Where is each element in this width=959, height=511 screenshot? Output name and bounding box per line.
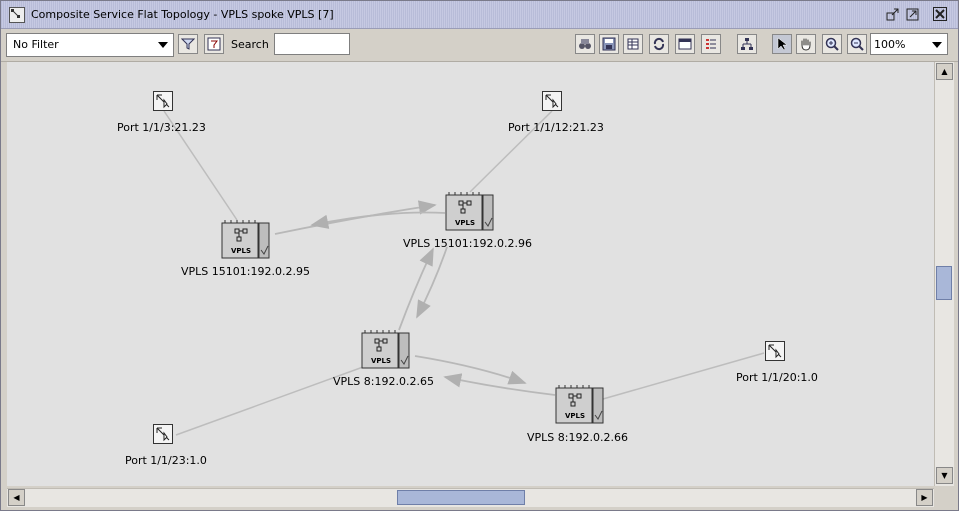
zoom-dropdown[interactable]: 100% [870,33,948,55]
vpls-label: VPLS 8:192.0.2.65 [333,375,434,388]
vpls-label: VPLS 15101:192.0.2.96 [403,237,532,250]
refresh-icon[interactable] [649,34,669,54]
sdp-95-to-96 [274,200,437,235]
layout-icon[interactable] [737,34,757,54]
scroll-down-icon[interactable]: ▼ [936,467,953,484]
window-title: Composite Service Flat Topology - VPLS s… [31,8,334,21]
vertical-scrollbar[interactable]: ▲ ▼ [934,62,954,486]
port-label: Port 1/1/23:1.0 [125,454,207,467]
vpls-node[interactable]: VPLS [361,330,411,370]
save-icon[interactable] [599,34,619,54]
search-label: Search [231,38,269,51]
zoom-value: 100% [874,38,906,51]
vpls-node[interactable]: VPLS [555,385,605,425]
port-node-icon[interactable] [542,91,562,111]
window-icon[interactable] [675,34,695,54]
horizontal-scrollbar[interactable]: ◀ ▶ [7,488,934,507]
topology-window-icon [9,7,25,23]
port-label: Port 1/1/12:21.23 [508,121,604,134]
filter-edit-icon[interactable] [204,34,224,54]
pan-hand-icon[interactable] [796,34,816,54]
zoom-in-icon[interactable] [822,34,842,54]
svg-text:VPLS: VPLS [565,412,585,420]
scroll-left-icon[interactable]: ◀ [8,489,25,506]
scroll-right-icon[interactable]: ▶ [916,489,933,506]
vpls-label: VPLS 15101:192.0.2.95 [181,265,310,278]
filter-value: No Filter [13,38,59,51]
vpls-label: VPLS 8:192.0.2.66 [527,431,628,444]
chevron-down-icon [158,42,168,48]
svg-text:VPLS: VPLS [371,357,391,365]
table-icon[interactable] [623,34,643,54]
find-icon[interactable] [575,34,595,54]
port-node-icon[interactable] [765,341,785,361]
svg-text:VPLS: VPLS [231,247,251,255]
filter-dropdown[interactable]: No Filter [6,33,174,57]
vertical-scroll-thumb[interactable] [936,266,952,300]
scroll-corner [934,487,954,507]
svg-text:VPLS: VPLS [455,219,475,227]
scroll-up-icon[interactable]: ▲ [936,63,953,80]
toolbar: No Filter Search 100% [1,29,958,62]
close-icon[interactable] [932,6,948,22]
properties-icon[interactable] [701,34,721,54]
vpls-node[interactable]: VPLS [445,192,495,232]
topology-window: Composite Service Flat Topology - VPLS s… [0,0,959,511]
vpls-node[interactable]: VPLS [221,220,271,260]
horizontal-scroll-thumb[interactable] [397,490,525,505]
select-pointer-icon[interactable] [772,34,792,54]
filter-icon[interactable] [178,34,198,54]
port-node-icon[interactable] [153,91,173,111]
chevron-down-icon [932,42,942,48]
sdp-66-to-65 [443,373,556,396]
topology-canvas[interactable]: Port 1/1/3:21.23 Port 1/1/12:21.23 Port … [7,62,934,486]
port-label: Port 1/1/20:1.0 [736,371,818,384]
undock-icon[interactable] [885,6,901,22]
sdp-96-to-65 [416,246,448,319]
port-label: Port 1/1/3:21.23 [117,121,206,134]
title-bar: Composite Service Flat Topology - VPLS s… [1,1,958,29]
zoom-out-icon[interactable] [847,34,867,54]
sdp-65-to-96 [398,247,434,331]
maximize-icon[interactable] [905,6,921,22]
search-input[interactable] [274,33,350,55]
port-node-icon[interactable] [153,424,173,444]
